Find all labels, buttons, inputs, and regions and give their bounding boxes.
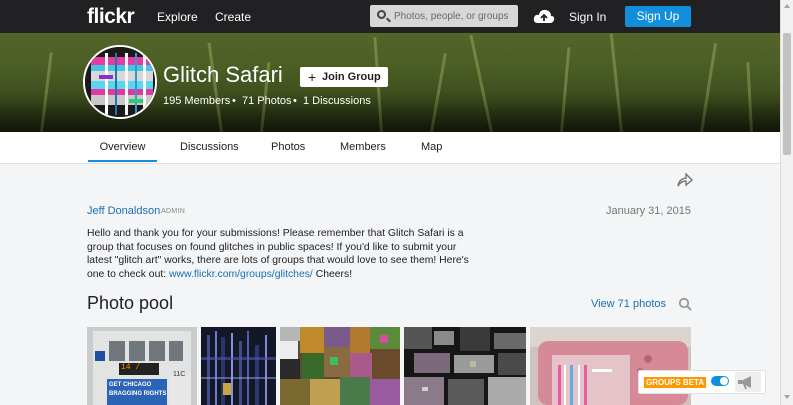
group-avatar bbox=[83, 45, 157, 119]
tab-photos[interactable]: Photos bbox=[271, 141, 305, 153]
search-input[interactable] bbox=[394, 8, 514, 24]
photo-thumb-pixel-glitch[interactable] bbox=[280, 327, 400, 405]
join-group-button[interactable]: + Join Group bbox=[300, 67, 388, 87]
members-count[interactable]: 195 Members bbox=[163, 95, 230, 107]
tab-map[interactable]: Map bbox=[421, 141, 442, 153]
photo-thumb-blue-glitch[interactable] bbox=[201, 327, 276, 405]
search-icon[interactable] bbox=[377, 10, 386, 19]
tab-overview[interactable]: Overview bbox=[88, 141, 157, 162]
post-date: January 31, 2015 bbox=[605, 205, 691, 217]
upload-cloud-icon[interactable] bbox=[533, 8, 555, 24]
stat-separator: • bbox=[293, 95, 297, 107]
discussions-count[interactable]: 1 Discussions bbox=[303, 95, 371, 107]
top-nav: flickr Explore Create Sign In Sign Up bbox=[0, 0, 780, 33]
scroll-down-arrow-icon[interactable] bbox=[784, 395, 790, 399]
share-arrow-icon[interactable] bbox=[677, 173, 693, 187]
feedback-button[interactable] bbox=[735, 372, 761, 392]
scroll-up-arrow-icon[interactable] bbox=[784, 4, 790, 8]
search-box[interactable] bbox=[370, 5, 518, 27]
photo-thumb-bus[interactable]: 14 / 11C GET CHICAGO BRAGGING RIGHTS bbox=[87, 327, 197, 405]
groups-beta-label: GROUPS BETA bbox=[644, 377, 707, 388]
photos-count[interactable]: 71 Photos bbox=[242, 95, 292, 107]
group-description: Hello and thank you for your submissions… bbox=[87, 227, 472, 281]
groups-beta-toggle[interactable] bbox=[711, 376, 729, 386]
tab-members[interactable]: Members bbox=[340, 141, 386, 153]
bus-ad-line2: BRAGGING RIGHTS bbox=[109, 391, 167, 397]
sign-in-link[interactable]: Sign In bbox=[569, 10, 606, 24]
post-author[interactable]: Jeff Donaldson bbox=[87, 205, 160, 217]
plus-icon: + bbox=[308, 69, 317, 85]
description-text-end: Cheers! bbox=[312, 268, 353, 280]
stat-separator: • bbox=[232, 95, 236, 107]
bus-ad-line1: GET CHICAGO bbox=[109, 382, 152, 388]
view-photos-link[interactable]: View 71 photos bbox=[540, 298, 666, 310]
bus-number: 11C bbox=[173, 371, 186, 378]
sign-up-button[interactable]: Sign Up bbox=[625, 6, 691, 27]
photo-thumb-dark-glitch[interactable] bbox=[404, 327, 526, 405]
admin-badge: ADMIN bbox=[161, 208, 186, 215]
nav-create[interactable]: Create bbox=[215, 10, 251, 24]
join-group-label: Join Group bbox=[322, 71, 381, 83]
scrollbar-thumb[interactable] bbox=[783, 33, 791, 155]
photo-pool-title: Photo pool bbox=[87, 293, 174, 313]
group-tabs: Overview Discussions Photos Members Map bbox=[0, 132, 780, 164]
megaphone-icon bbox=[738, 376, 751, 389]
flickr-logo[interactable]: flickr bbox=[87, 5, 135, 29]
tab-discussions[interactable]: Discussions bbox=[180, 141, 239, 153]
page-scrollbar[interactable] bbox=[780, 0, 793, 405]
group-title: Glitch Safari bbox=[163, 62, 283, 87]
glitches-group-link[interactable]: www.flickr.com/groups/glitches/ bbox=[169, 269, 313, 280]
nav-explore[interactable]: Explore bbox=[157, 10, 198, 24]
search-pool-icon[interactable] bbox=[678, 297, 692, 311]
